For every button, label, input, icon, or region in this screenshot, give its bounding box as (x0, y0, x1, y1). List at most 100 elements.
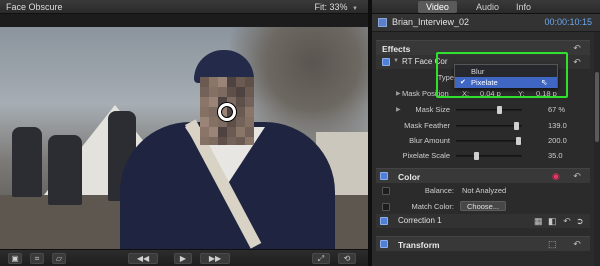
slider-knob[interactable] (496, 106, 502, 114)
pixel-block (209, 137, 218, 145)
pixel-block (218, 127, 227, 137)
tab-video[interactable]: Video (418, 1, 457, 13)
mask-size-value[interactable]: 67 % (548, 105, 565, 114)
pixel-block (218, 87, 227, 97)
reset-icon[interactable]: ↶ (572, 43, 582, 53)
tab-audio[interactable]: Audio (468, 1, 507, 13)
zoom-fit-menu[interactable]: Fit: 33% ▼ (315, 2, 359, 12)
inspector-panel: Video Audio Info Brian_Interview_02 00:0… (372, 0, 600, 266)
pixel-block (200, 97, 209, 107)
blur-amount-value[interactable]: 200.0 (548, 136, 567, 145)
balance-value: Not Analyzed (462, 186, 507, 195)
pixel-block (227, 87, 236, 97)
pixel-block (209, 97, 218, 107)
blur-amount-label: Blur Amount (409, 136, 450, 145)
background-person (48, 135, 82, 205)
mask-size-slider[interactable] (456, 106, 522, 114)
inspector-scrollbar[interactable] (594, 32, 600, 266)
pixel-block (200, 117, 209, 127)
color-section-header: Color ◉ ↶ (376, 168, 590, 183)
fullscreen-button[interactable]: ⤢ (312, 253, 330, 264)
slider-knob[interactable] (513, 122, 519, 130)
slider-knob[interactable] (474, 152, 480, 160)
pixel-block (245, 97, 254, 107)
balance-checkbox[interactable] (382, 187, 390, 195)
disclosure-triangle-icon[interactable]: ▼ (393, 58, 399, 64)
view-options-icon[interactable]: ▣ (8, 253, 22, 264)
slider-knob[interactable] (515, 137, 521, 145)
next-edit-button[interactable]: ▶▶ (200, 253, 230, 264)
video-frame[interactable] (0, 27, 368, 249)
blur-amount-slider[interactable] (456, 137, 522, 145)
pixelate-scale-label: Pixelate Scale (402, 151, 450, 160)
match-color-label: Match Color: (411, 202, 454, 211)
transform-section-header: Transform ⬚ ↶ (376, 236, 590, 251)
match-color-checkbox[interactable] (382, 203, 390, 211)
pixel-block (245, 107, 254, 117)
arrow-right-circle-icon[interactable]: ➲ (576, 216, 584, 226)
mask-feather-value[interactable]: 139.0 (548, 121, 567, 130)
previous-edit-button[interactable]: ◀◀ (128, 253, 158, 264)
pixel-block (245, 127, 254, 137)
crop-icon[interactable]: ⌗ (30, 253, 44, 264)
pixel-block (209, 77, 218, 87)
pixel-block (200, 137, 209, 145)
pixel-block (236, 137, 245, 145)
mask-feather-slider[interactable] (456, 122, 522, 130)
effect-enable-checkbox[interactable] (382, 58, 390, 66)
viewer-transport-bar: ▣ ⌗ ▱ ◀◀ ▶ ▶▶ ⤢ ⟲ (0, 249, 368, 266)
color-wheel-icon[interactable]: ◉ (552, 171, 560, 181)
pixel-block (209, 87, 218, 97)
mask-position-handle[interactable] (218, 103, 236, 121)
pixel-block (227, 77, 236, 87)
pixel-block (200, 127, 209, 137)
inspector-tabs: Video Audio Info (372, 0, 600, 14)
disclosure-triangle-icon[interactable]: ▶ (396, 90, 401, 97)
pixel-block (209, 127, 218, 137)
color-board-icon[interactable]: ▦ (534, 216, 543, 226)
pixelate-scale-value[interactable]: 35.0 (548, 151, 563, 160)
pixel-block (245, 137, 254, 145)
pixel-block (200, 87, 209, 97)
chevron-down-icon: ▼ (352, 6, 358, 12)
mask-icon[interactable]: ◧ (548, 216, 557, 226)
scrollbar-thumb[interactable] (595, 72, 599, 142)
pixel-block (236, 87, 245, 97)
pixel-block (218, 77, 227, 87)
color-enable-checkbox[interactable] (380, 172, 388, 180)
clip-name: Brian_Interview_02 (392, 17, 470, 27)
transform-overlay-icon[interactable]: ⬚ (548, 239, 557, 249)
transform-enable-checkbox[interactable] (380, 240, 388, 248)
enhance-icon[interactable]: ▱ (52, 253, 66, 264)
pixel-block (200, 77, 209, 87)
reset-icon[interactable]: ↶ (572, 171, 582, 181)
balance-label: Balance: (424, 186, 454, 195)
pixel-block (200, 107, 209, 117)
tab-info[interactable]: Info (508, 1, 539, 13)
correction-row: Correction 1 ▦ ◧ ↶ ➲ (376, 214, 590, 228)
background-person (12, 127, 42, 197)
clip-icon (378, 18, 387, 27)
color-header: Color (398, 172, 421, 182)
reset-icon[interactable]: ↶ (572, 57, 582, 67)
transform-header: Transform (398, 240, 440, 250)
pixel-block (236, 127, 245, 137)
viewer-title-bar: Face Obscure Fit: 33% ▼ (0, 0, 368, 14)
play-button[interactable]: ▶ (174, 253, 192, 264)
reset-icon[interactable]: ↶ (562, 216, 572, 226)
choose-button[interactable]: Choose... (460, 201, 507, 211)
pixel-block (227, 137, 236, 145)
correction-enable-checkbox[interactable] (380, 217, 388, 225)
pixel-block (236, 107, 245, 117)
clip-header: Brian_Interview_02 00:00:10:15 (372, 14, 600, 32)
viewer-panel: Face Obscure Fit: 33% ▼ ▣ ⌗ ▱ ◀◀ ▶ ▶▶ ⤢ … (0, 0, 368, 266)
pixel-block (209, 107, 218, 117)
pixel-block (245, 87, 254, 97)
pixelate-scale-slider[interactable] (456, 152, 522, 160)
loop-button[interactable]: ⟲ (338, 253, 356, 264)
reset-icon[interactable]: ↶ (572, 239, 582, 249)
viewer-title: Face Obscure (6, 2, 63, 12)
mask-feather-label: Mask Feather (404, 121, 450, 130)
fit-value: 33% (329, 2, 348, 12)
pixel-block (218, 137, 227, 145)
